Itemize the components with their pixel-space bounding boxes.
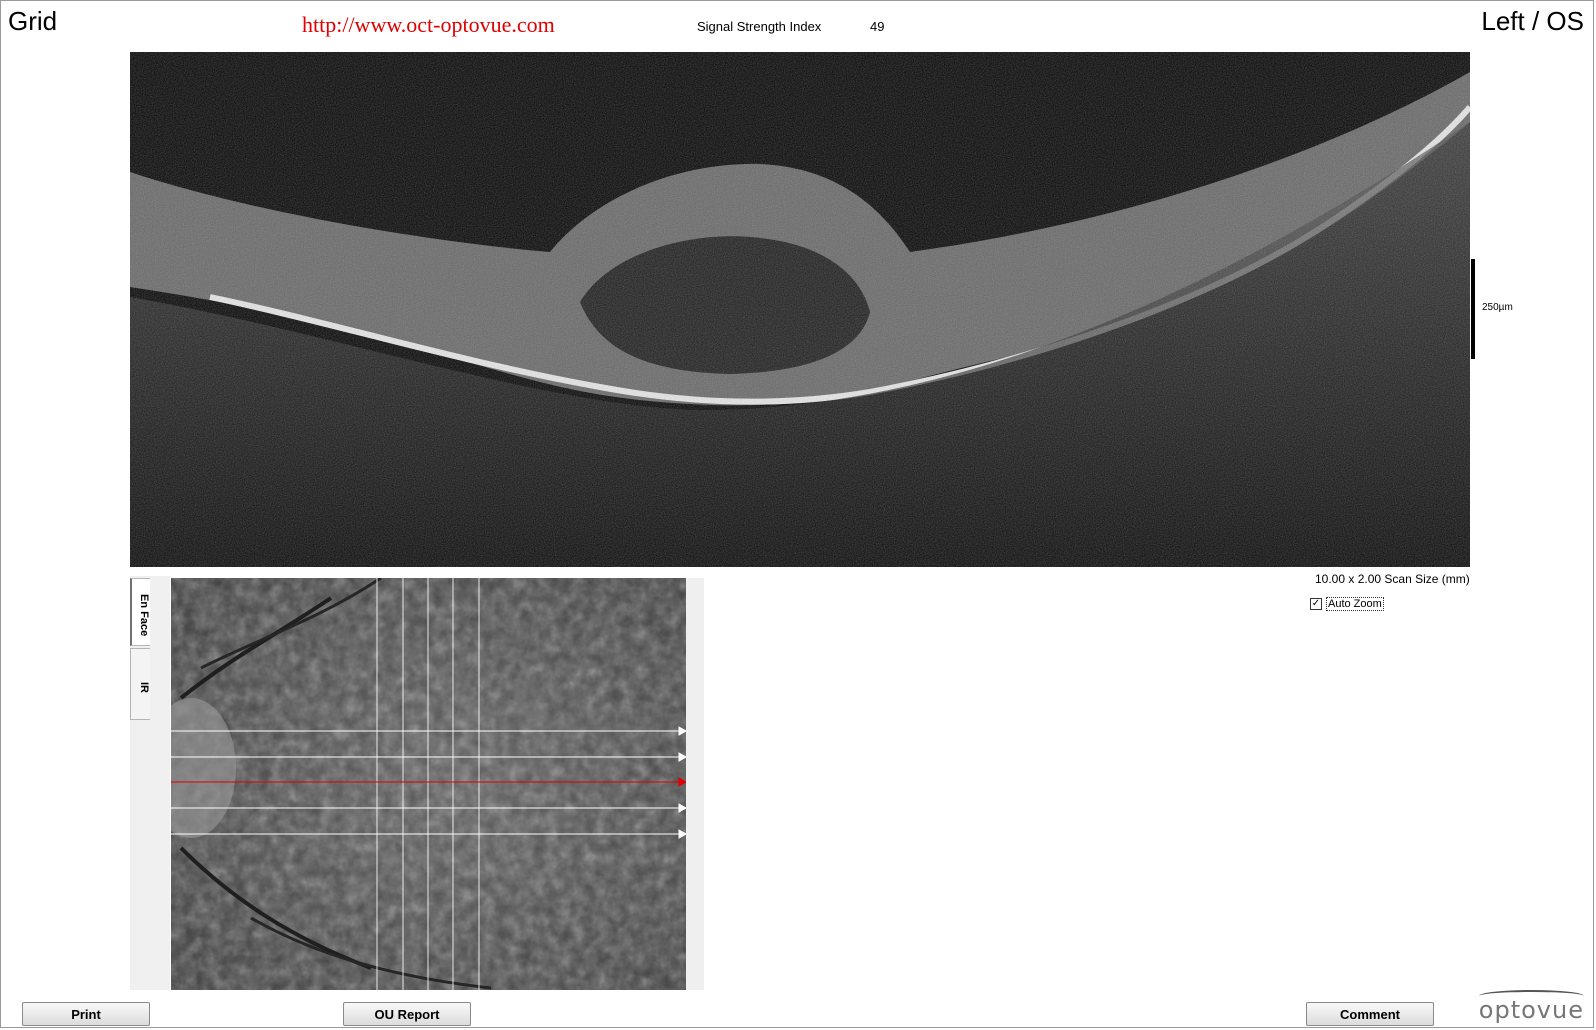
signal-strength-value: 49 bbox=[870, 19, 885, 34]
signal-strength-label: Signal Strength Index bbox=[697, 19, 822, 34]
en-face-fundus-image[interactable] bbox=[171, 578, 686, 990]
scan-mode-title: Grid bbox=[8, 6, 58, 36]
tab-en-face[interactable]: En Face bbox=[130, 578, 150, 646]
scale-bar-label: 250µm bbox=[1482, 302, 1513, 313]
tab-ir[interactable]: IR bbox=[130, 648, 150, 720]
scan-size-label: 10.00 x 2.00 Scan Size (mm) bbox=[1315, 572, 1470, 586]
print-button[interactable]: Print bbox=[22, 1002, 150, 1026]
scale-bar bbox=[1471, 259, 1475, 359]
auto-zoom-checkbox[interactable]: ✓ Auto Zoom bbox=[1310, 597, 1384, 611]
en-face-side-strip bbox=[686, 578, 704, 990]
auto-zoom-label: Auto Zoom bbox=[1326, 597, 1384, 611]
website-url: http://www.oct-optovue.com bbox=[302, 12, 555, 37]
logo-arc-icon bbox=[1478, 990, 1584, 1002]
checkbox-check-icon[interactable]: ✓ bbox=[1310, 598, 1322, 610]
oct-bscan-image[interactable] bbox=[130, 52, 1470, 567]
ou-report-button[interactable]: OU Report bbox=[343, 1002, 471, 1026]
optovue-logo: optovue bbox=[1478, 990, 1584, 1024]
comment-button[interactable]: Comment bbox=[1306, 1002, 1434, 1026]
eye-label: Left / OS bbox=[1481, 6, 1584, 36]
